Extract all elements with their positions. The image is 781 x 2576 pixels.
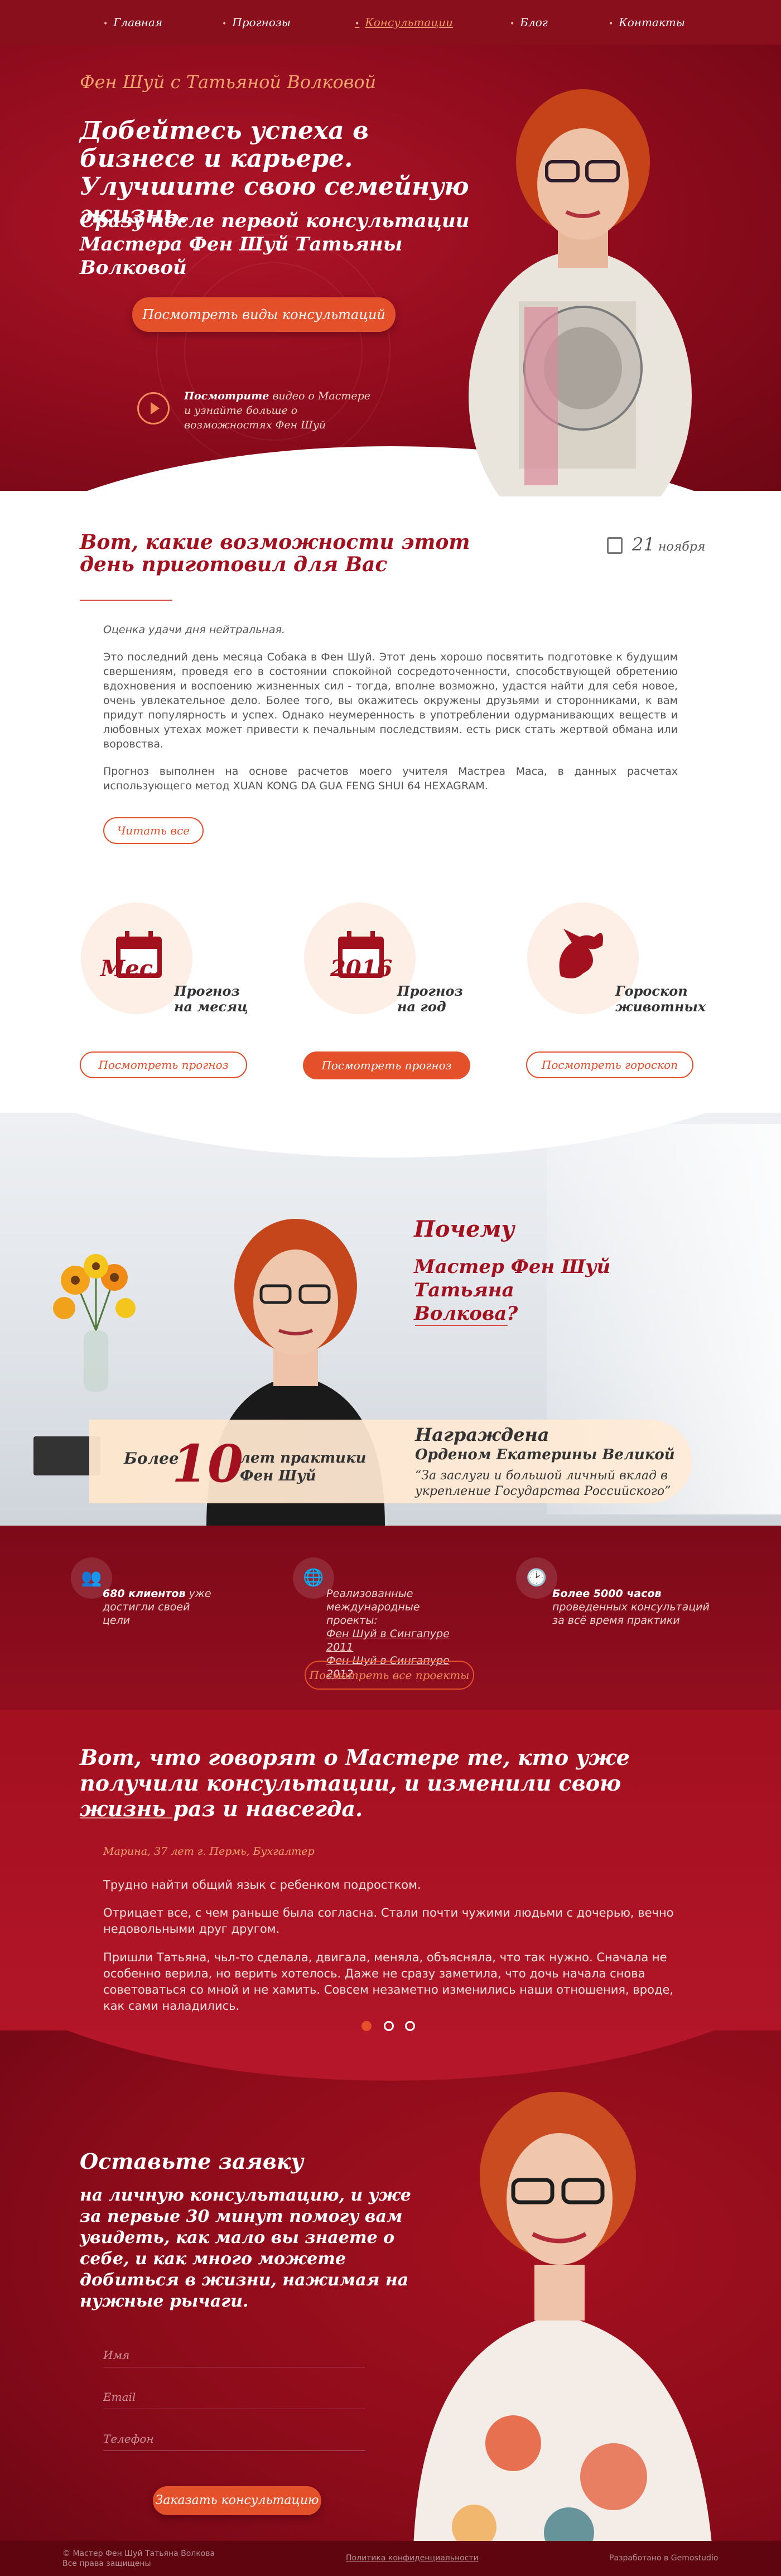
order-consultation-button[interactable]: Заказать консультацию <box>153 2486 321 2515</box>
nav-label: Главная <box>113 16 163 29</box>
testimonial-paragraph: Пришли Татьяна, чьл-то сделала, двигала,… <box>103 1951 674 2013</box>
forecast-title: Вот, какие возможности этот день пригото… <box>80 530 470 576</box>
testimonial-dot-active[interactable] <box>361 2021 372 2031</box>
footer-rights: Все права защищены <box>62 2559 151 2568</box>
name-field[interactable] <box>103 2343 365 2367</box>
experience-prefix: Более <box>124 1449 179 1468</box>
read-all-button[interactable]: Читать все <box>103 817 204 844</box>
card-label-line1: Прогноз <box>397 983 463 999</box>
luck-rating: Оценка удачи дня нейтральная. <box>103 624 285 636</box>
card-label-line2: на месяц <box>174 998 248 1015</box>
divider <box>80 600 172 601</box>
nav-item-contacts[interactable]: • Контакты <box>609 16 685 29</box>
divider <box>80 1817 172 1818</box>
view-consultations-button[interactable]: Посмотреть виды консультаций <box>132 297 396 332</box>
experience-suffix-line2: Фен Шуй <box>240 1468 316 1484</box>
nav-item-blog[interactable]: • Блог <box>510 16 548 29</box>
form-title: Оставьте заявку <box>80 2149 304 2174</box>
forecast-text: Это последний день месяца Собака в Фен Ш… <box>103 651 678 750</box>
why-title: Почему <box>414 1216 515 1242</box>
calendar-year-icon: 2016 <box>322 929 392 985</box>
phone-field[interactable] <box>103 2427 365 2451</box>
stat-clients-bold: 680 клиентов <box>103 1588 186 1600</box>
play-video-icon[interactable] <box>137 392 170 424</box>
forecast-card-label: Гороскоп животных <box>615 983 706 1015</box>
experience-suffix: лет практики Фен Шуй <box>240 1449 367 1485</box>
email-field[interactable] <box>103 2385 365 2409</box>
date-month: ноября <box>658 540 706 554</box>
stat-projects-text: Реализованные международные проекты: <box>326 1588 420 1627</box>
hero-subtitle: Фен Шуй с Татьяной Волковой <box>80 71 377 93</box>
hero-title-secondary: Сразу после первой консультации Мастера … <box>80 210 470 279</box>
stat-hours-text: проведенных консультаций за всё время пр… <box>552 1601 710 1627</box>
testimonial-dot[interactable] <box>405 2021 415 2031</box>
hero-portrait-image <box>463 50 697 496</box>
card-label-line1: Прогноз <box>174 983 240 999</box>
nav-label: Контакты <box>619 16 686 29</box>
forecast-card-label: Прогноз на год <box>397 983 463 1015</box>
date-day: 21 <box>632 534 655 555</box>
month-icon-text: Мес. <box>100 956 161 982</box>
nav-item-consultations[interactable]: • Консультации <box>355 16 453 29</box>
calendar-month-icon: Мес. <box>100 929 167 985</box>
why-subtitle: Мастер Фен Шуй Татьяна Волкова? <box>414 1256 611 1325</box>
testimonial-paragraph: Трудно найти общий язык с ребенком подро… <box>103 1878 421 1892</box>
why-section <box>0 1113 781 1526</box>
card-label-line1: Гороскоп <box>615 983 688 999</box>
card-label-line2: на год <box>397 998 446 1015</box>
flowers-image <box>53 1247 137 1397</box>
video-caption-bold: Посмотрите <box>184 390 269 402</box>
testimonial-paragraph: Отрицает все, с чем раньше была согласна… <box>103 1906 674 1936</box>
view-year-forecast-button[interactable]: Посмотреть прогноз <box>303 1051 470 1079</box>
privacy-policy-link[interactable]: Политика конфиденциальности <box>346 2554 479 2563</box>
award-name: Орденом Екатерины Великой <box>415 1446 675 1463</box>
view-horoscope-button[interactable]: Посмотреть гороскоп <box>526 1051 693 1078</box>
award-quote: “За заслуги и большой личный вклад в укр… <box>415 1469 671 1498</box>
hero-video-caption: Посмотрите видео о Мастере и узнайте бол… <box>184 389 374 432</box>
stat-hours: Более 5000 часов проведенных консультаций… <box>552 1587 714 1627</box>
award-heading: Награждена <box>415 1424 549 1445</box>
nav-item-forecasts[interactable]: • Прогнозы <box>222 16 291 29</box>
view-all-projects-button[interactable]: Посмотреть все проекты <box>305 1661 474 1690</box>
form-portrait-image <box>402 2053 736 2576</box>
calendar-icon <box>607 537 623 554</box>
experience-suffix-line1: лет практики <box>240 1450 367 1467</box>
clock-icon: 🕑 <box>516 1557 557 1599</box>
top-nav: • Главная • Прогнозы • Консультации • Блог •… <box>0 0 781 45</box>
dragon-icon <box>549 920 611 987</box>
nav-label: Прогнозы <box>232 16 291 29</box>
project-link-2011[interactable]: Фен Шуй в Сингапуре 2011 <box>326 1628 450 1653</box>
nav-label: Консультации <box>365 16 453 29</box>
stat-hours-bold: Более 5000 часов <box>552 1588 662 1600</box>
forecast-card-label: Прогноз на месяц <box>174 983 248 1015</box>
developer-credit: Разработано в Gemostudio <box>609 2554 719 2563</box>
form-subtitle: на личную консультацию, и уже за первые … <box>80 2186 411 2311</box>
nav-label: Блог <box>520 16 548 29</box>
testimonial-dot[interactable] <box>384 2021 394 2031</box>
testimonials-title: Вот, что говорят о Мастере те, кто уже п… <box>80 1745 630 1821</box>
experience-years: 10 <box>172 1434 244 1494</box>
stat-clients: 680 клиентов уже достигли своей цели <box>103 1587 220 1627</box>
card-label-line2: животных <box>615 998 706 1015</box>
testimonial-author: Марина, 37 лет г. Пермь, Бухгалтер <box>103 1845 315 1858</box>
footer-copyright: © Мастер Фен Шуй Татьяна Волкова <box>62 2549 215 2558</box>
view-month-forecast-button[interactable]: Посмотреть прогноз <box>80 1051 247 1078</box>
year-icon-text: 2016 <box>330 956 393 982</box>
nav-item-home[interactable]: • Главная <box>103 16 162 29</box>
forecast-method-text: Прогноз выполнен на основе расчетов моег… <box>103 765 678 792</box>
divider <box>415 1325 508 1326</box>
